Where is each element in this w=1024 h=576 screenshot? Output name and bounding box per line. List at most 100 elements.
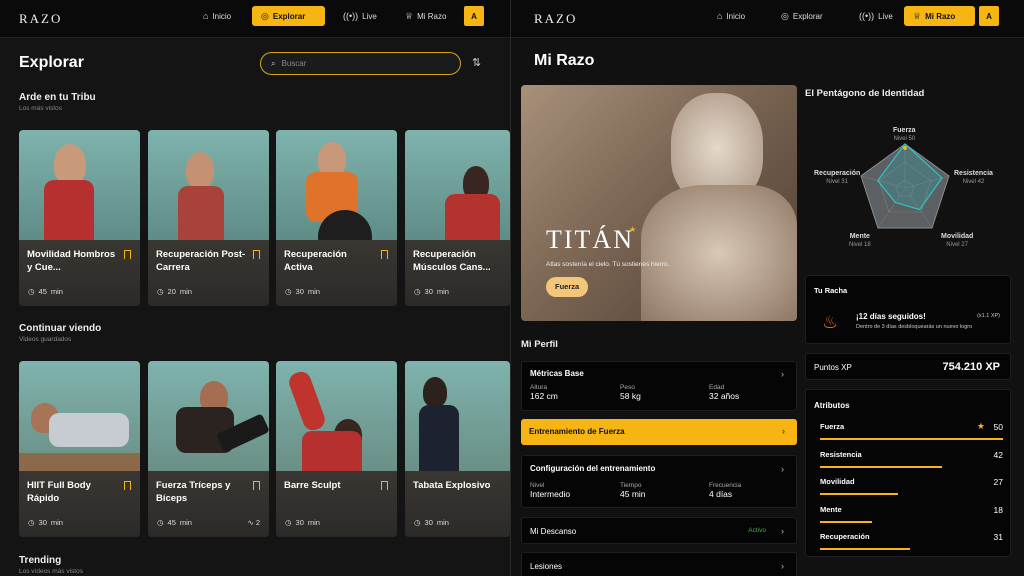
video-title: Recuperación Activa (284, 249, 347, 273)
video-card[interactable]: Recuperación Activa ◷ 30 min (276, 130, 397, 306)
clock-icon: ◷ (157, 518, 164, 527)
nav-home[interactable]: ⌂ Inicio (194, 6, 240, 26)
video-duration: ◷ 20 min (157, 287, 192, 296)
broadcast-icon: ((•)) (859, 10, 875, 21)
video-duration: ◷ 30 min (28, 518, 63, 527)
pentagon-axis-recuperacion: Recuperación Nivel 31 (814, 170, 861, 185)
section-subtitle: Los vídeos más vistos (19, 568, 83, 575)
attribute-name: Movilidad (820, 477, 855, 486)
attribute-value: 31 (993, 532, 1003, 542)
nav-mirazo[interactable]: ♕ Mi Razo (904, 6, 975, 26)
section-subtitle: Los más vistos (19, 105, 62, 112)
video-title: Movilidad Hombros y Cue... (27, 249, 116, 273)
page-title: Mi Razo (534, 52, 595, 69)
video-duration: ◷ 30 min (414, 518, 449, 527)
video-card[interactable]: Recuperación Músculos Cans... ◷ 30 min (405, 130, 510, 306)
pentagon-axis-mente: Mente Nivel 18 (849, 233, 871, 248)
attribute-level-bar (820, 438, 1003, 440)
video-card[interactable]: Movilidad Hombros y Cue... ◷ 45 min (19, 130, 140, 306)
sort-icon[interactable]: ⇅ (472, 56, 481, 69)
attribute-value: 27 (993, 477, 1003, 487)
video-card[interactable]: Recuperación Post-Carrera ◷ 20 min (148, 130, 269, 306)
logo[interactable]: RAZO (19, 11, 62, 27)
injuries-card[interactable]: Lesiones › (521, 552, 797, 576)
clock-icon: ◷ (285, 518, 292, 527)
nav-live[interactable]: ((•)) Live (334, 6, 386, 26)
video-title: Tabata Explosivo (413, 480, 491, 491)
nav-live[interactable]: ((•)) Live (850, 6, 902, 26)
bookmark-icon[interactable] (381, 250, 388, 259)
home-icon: ⌂ (717, 10, 723, 21)
pentagon-title: El Pentágono de Identidad (805, 88, 925, 99)
profile-title: Mi Perfil (521, 339, 558, 350)
chevron-right-icon: › (781, 369, 784, 379)
video-title: Fuerza Tríceps y Bíceps (156, 480, 231, 504)
injuries-label: Lesiones (530, 562, 563, 571)
video-card[interactable]: HIIT Full Body Rápido ◷ 30 min (19, 361, 140, 537)
video-thumbnail (148, 130, 269, 240)
rest-card[interactable]: Mi Descanso Activo › (521, 517, 797, 544)
archetype-tagline: Atlas sostenía el cielo. Tú sostienes hi… (546, 261, 670, 268)
clock-icon: ◷ (157, 287, 164, 296)
pentagon-chart (860, 143, 950, 229)
nav-explore[interactable]: ◎ Explorar (252, 6, 325, 26)
strength-training-button[interactable]: Entrenamiento de Fuerza › (521, 419, 797, 445)
explore-screen: RAZO ⌂ Inicio ◎ Explorar ((•)) Live ♕ Mi Raz… (0, 0, 510, 576)
config-frequency: Frecuencia 4 días (709, 482, 742, 499)
video-duration: ◷ 30 min (414, 287, 449, 296)
attribute-value: 42 (993, 449, 1003, 460)
star-icon: ★ (976, 421, 985, 431)
bookmark-icon[interactable] (253, 481, 260, 490)
archetype-tag[interactable]: Fuerza (546, 277, 589, 297)
video-thumbnail (148, 361, 269, 471)
config-time: Tiempo 45 min (620, 482, 646, 499)
nav-explore[interactable]: ◎ Explorar (772, 6, 832, 26)
clock-icon: ◷ (28, 518, 35, 527)
logo[interactable]: RAZO (534, 11, 577, 27)
attributes-card: Atributos Fuerza 50 ★ Resistencia 42 Movilida… (805, 389, 1011, 557)
rest-label: Mi Descanso (530, 527, 577, 536)
clock-icon: ◷ (285, 287, 292, 296)
section-title: Trending (19, 555, 62, 566)
bookmark-icon[interactable] (124, 250, 131, 259)
activity-icon: ∿ (247, 518, 254, 527)
streak-headline: ¡12 días seguidos! (856, 312, 926, 321)
training-config-card[interactable]: Configuración del entrenamiento › Nivel I… (521, 455, 797, 508)
avatar[interactable]: A (464, 6, 484, 26)
clock-icon: ◷ (414, 518, 421, 527)
metrics-title: Métricas Base (530, 369, 584, 378)
search-input[interactable]: ⌕ Buscar (260, 52, 461, 75)
xp-value: 754.210 XP (942, 361, 1001, 373)
bookmark-icon[interactable] (124, 481, 131, 490)
video-card[interactable]: Tabata Explosivo ◷ 30 min (405, 361, 510, 537)
video-card[interactable]: Barre Sculpt ◷ 30 min (276, 361, 397, 537)
streak-detail: Dentro de 3 días desbloquearás un nuevo … (856, 324, 973, 330)
attributes-title: Atributos (814, 401, 850, 410)
trophy-icon: ♕ (913, 10, 922, 21)
page-title: Explorar (19, 54, 84, 71)
avatar[interactable]: A (979, 6, 999, 26)
xp-card: Puntos XP 754.210 XP (805, 353, 1011, 380)
video-card[interactable]: Fuerza Tríceps y Bíceps ◷ 45 min ∿ 2 (148, 361, 269, 537)
section-title: Continuar viendo (19, 323, 102, 334)
pentagon-axis-resistencia: Resistencia Nivel 42 (954, 170, 993, 185)
video-duration: ◷ 30 min (285, 287, 320, 296)
streak-card: Tu Racha ♨ ¡12 días seguidos! (x1.1 XP) … (805, 275, 1011, 344)
streak-title: Tu Racha (814, 286, 848, 295)
metrics-card[interactable]: Métricas Base › Altura 162 cm Peso 58 kg E… (521, 361, 797, 411)
attribute-name: Recuperación (820, 532, 870, 541)
bookmark-icon[interactable] (253, 250, 260, 259)
nav-mirazo[interactable]: ♕ Mi Razo (396, 6, 455, 26)
attribute-name: Mente (820, 504, 842, 514)
config-level: Nivel Intermedio (530, 482, 571, 499)
metric-weight: Peso 58 kg (620, 384, 641, 401)
nav-home[interactable]: ⌂ Inicio (708, 6, 754, 26)
video-thumbnail (405, 361, 510, 471)
trophy-icon: ♕ (405, 10, 414, 21)
video-thumbnail (276, 130, 397, 264)
section-title: Arde en tu Tribu (19, 92, 96, 103)
video-title: Recuperación Músculos Cans... (413, 249, 491, 273)
bookmark-icon[interactable] (381, 481, 388, 490)
chevron-right-icon: › (781, 464, 784, 474)
pentagon-axis-movilidad: Movilidad Nivel 27 (941, 233, 974, 248)
